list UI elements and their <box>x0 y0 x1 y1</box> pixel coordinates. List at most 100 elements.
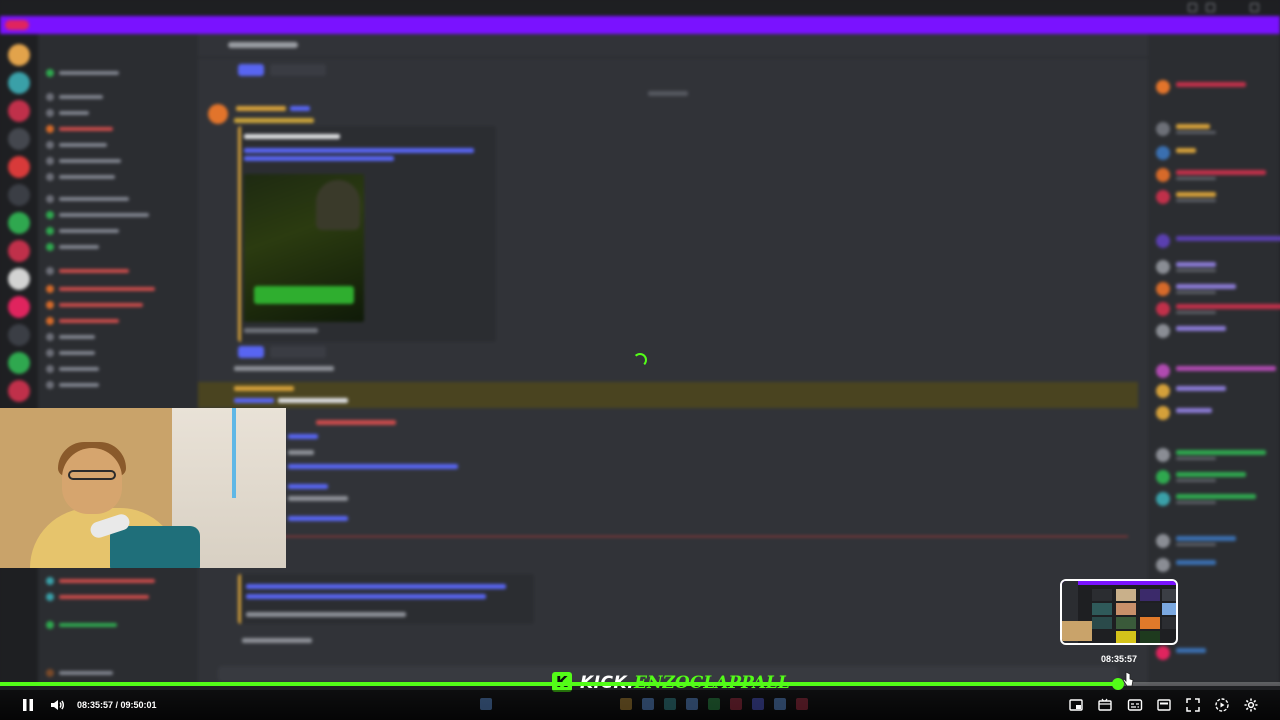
kick-video-player[interactable]: 08:35:57 K KICK. ENZOCLAPPALL 08:35:57 /… <box>0 0 1280 720</box>
giveaway-message-link <box>242 638 312 643</box>
channel-row <box>46 68 191 78</box>
channel-row <box>46 300 191 310</box>
volume-button[interactable] <box>48 696 66 714</box>
playback-speed-button[interactable] <box>1213 696 1231 714</box>
message-text <box>288 516 348 521</box>
avatar <box>208 104 228 124</box>
member-row <box>1156 190 1276 206</box>
server-icon <box>8 380 30 402</box>
member-row <box>1156 492 1276 508</box>
message-text <box>288 484 328 489</box>
clip-button[interactable] <box>1155 696 1173 714</box>
pause-icon <box>23 699 33 711</box>
channel-header <box>198 34 1148 58</box>
speed-icon <box>1215 698 1229 712</box>
window-titlebar <box>0 0 1280 16</box>
seek-preview-time: 08:35:57 <box>1100 654 1138 664</box>
player-controls: 08:35:57 / 09:50:01 <box>0 690 1280 720</box>
mention <box>234 398 274 403</box>
member-row <box>1156 558 1276 574</box>
channel-row <box>46 140 191 150</box>
author-name <box>236 106 286 111</box>
server-icon <box>8 72 30 94</box>
webcam-overlay <box>0 408 286 568</box>
server-icon <box>8 100 30 122</box>
member-row <box>1156 324 1276 340</box>
member-row <box>1156 146 1276 162</box>
pip-icon <box>1069 699 1083 711</box>
voice-status <box>46 620 191 630</box>
member-row <box>1156 80 1276 96</box>
giveaway-join-button <box>238 64 264 76</box>
settings-button[interactable] <box>1242 696 1260 714</box>
new-badge <box>5 20 29 30</box>
member-row <box>1156 448 1276 464</box>
clip-icon <box>1157 699 1171 711</box>
mention-highlight <box>198 382 1138 408</box>
channel-row <box>46 156 191 166</box>
server-icon <box>8 44 30 66</box>
channel-row <box>46 242 191 252</box>
embed-title <box>244 134 340 139</box>
theater-icon <box>1098 698 1112 711</box>
embed-mentions <box>244 156 394 161</box>
embed-footer <box>246 612 406 617</box>
message-text <box>288 450 314 455</box>
server-icon <box>8 128 30 150</box>
taskbar-reflection <box>470 698 820 712</box>
seek-preview-thumbnail <box>1060 579 1178 645</box>
member-row <box>1156 406 1276 422</box>
giveaway-join-button <box>238 346 264 358</box>
minimize-icon <box>1188 3 1197 12</box>
message-text <box>234 118 314 123</box>
server-icon <box>8 268 30 290</box>
pause-button[interactable] <box>19 696 37 714</box>
channel-row <box>46 172 191 182</box>
user-panel <box>46 668 191 678</box>
server-list <box>0 34 38 684</box>
member-row <box>1156 384 1276 400</box>
message-text <box>278 398 348 403</box>
embed-mentions <box>246 584 506 589</box>
theater-mode-button[interactable] <box>1096 696 1114 714</box>
member-row <box>1156 302 1280 318</box>
channel-row <box>46 364 191 374</box>
captions-icon <box>1127 699 1143 711</box>
message-text <box>234 366 334 371</box>
server-icon <box>8 324 30 346</box>
seek-bar[interactable] <box>0 678 1280 690</box>
giveaway-image <box>244 174 364 322</box>
date-divider <box>648 91 688 96</box>
channel-row <box>46 92 191 102</box>
channel-row <box>46 592 191 602</box>
channel-row <box>46 348 191 358</box>
message-text <box>316 420 396 425</box>
close-icon <box>1250 3 1259 12</box>
server-icon <box>8 240 30 262</box>
embed-footer <box>244 328 318 333</box>
server-icon <box>8 156 30 178</box>
message-text <box>288 496 348 501</box>
server-icon <box>8 184 30 206</box>
bot-tag <box>290 106 310 111</box>
channel-list <box>38 34 198 684</box>
promo-banner <box>0 16 1280 34</box>
member-row <box>1156 234 1280 250</box>
server-icon <box>8 212 30 234</box>
seek-bar-played <box>0 682 1119 686</box>
member-row <box>1156 534 1276 550</box>
embed-mentions <box>244 148 474 153</box>
fullscreen-icon <box>1186 698 1200 712</box>
channel-row <box>46 576 191 586</box>
member-row <box>1156 282 1276 298</box>
captions-button[interactable] <box>1126 696 1144 714</box>
participants-button <box>270 64 326 76</box>
pip-button[interactable] <box>1067 696 1085 714</box>
server-icon <box>8 352 30 374</box>
fullscreen-button[interactable] <box>1184 696 1202 714</box>
volume-icon <box>51 700 64 710</box>
member-row <box>1156 122 1276 138</box>
embed-mentions <box>246 594 486 599</box>
mouse-cursor-icon <box>1122 671 1134 687</box>
channel-row <box>46 266 191 276</box>
